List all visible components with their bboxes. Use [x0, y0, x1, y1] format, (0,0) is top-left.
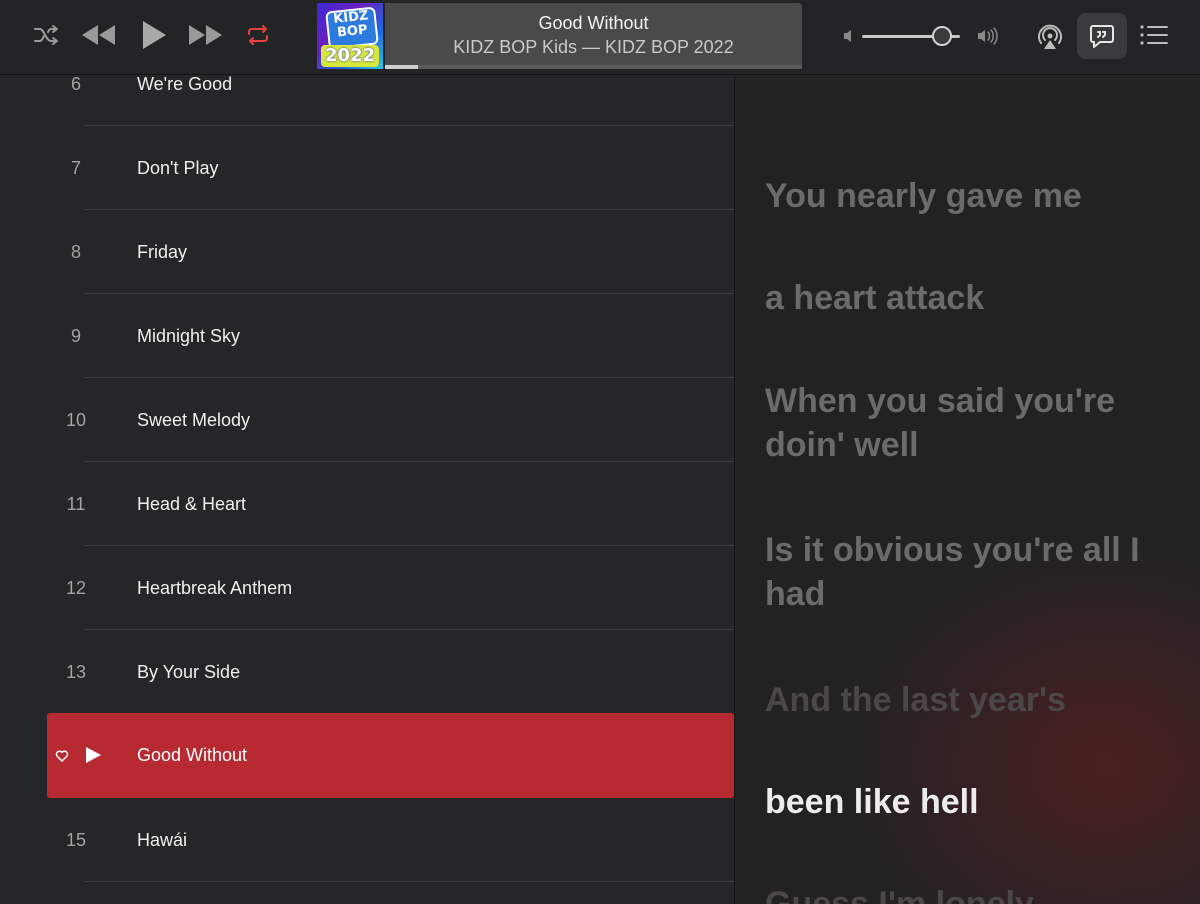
- progress-bar[interactable]: [385, 65, 802, 69]
- track-number: 6: [70, 76, 81, 94]
- volume-control: [842, 22, 1002, 50]
- track-title: Good Without: [137, 745, 248, 765]
- lyrics-icon[interactable]: [1077, 13, 1127, 59]
- table-row-playing[interactable]: Good Without: [47, 713, 734, 798]
- now-playing-subtitle: KIDZ BOP Kids — KIDZ BOP 2022: [453, 37, 734, 57]
- now-playing-info[interactable]: Good Without KIDZ BOP Kids — KIDZ BOP 20…: [385, 3, 802, 69]
- now-playing[interactable]: KIDZ BOP 2022 Good Without KIDZ BOP Kids…: [317, 3, 802, 69]
- row-divider: [84, 629, 734, 630]
- track-title: We're Good: [137, 76, 233, 94]
- track-title: Friday: [137, 242, 188, 262]
- toolbar: KIDZ BOP 2022 Good Without KIDZ BOP Kids…: [0, 0, 1200, 75]
- row-divider: [84, 377, 734, 378]
- previous-icon[interactable]: [78, 21, 118, 49]
- table-row[interactable]: 10 Sweet Melody: [0, 379, 734, 463]
- row-divider: [84, 125, 734, 126]
- track-number: 13: [65, 662, 87, 682]
- lyric-line[interactable]: And the last year's: [765, 678, 1185, 722]
- track-number: 12: [65, 578, 87, 598]
- artwork-badge: KIDZ BOP: [325, 6, 379, 50]
- progress-fill: [385, 65, 419, 69]
- lyrics-pane: You nearly gave me a heart attack When y…: [734, 76, 1200, 904]
- volume-high-icon: [978, 27, 998, 45]
- track-title: Don't Play: [137, 158, 219, 178]
- table-row[interactable]: 13 By Your Side: [0, 631, 734, 715]
- repeat-icon[interactable]: [244, 21, 272, 49]
- volume-slider-knob[interactable]: [932, 26, 953, 46]
- row-divider: [84, 461, 734, 462]
- table-row[interactable]: 11 Head & Heart: [0, 463, 734, 547]
- track-title: Hawái: [137, 830, 188, 850]
- track-list: 6 We're Good 7 Don't Play 8 Friday 9 Mid…: [0, 76, 734, 904]
- airplay-icon[interactable]: [1033, 19, 1067, 53]
- playing-indicator-icon: [86, 747, 101, 763]
- track-number: 15: [65, 830, 87, 850]
- track-title: Head & Heart: [137, 494, 247, 514]
- lyric-line[interactable]: Guess I'm lonely: [765, 882, 1185, 904]
- volume-low-icon: [844, 30, 851, 42]
- table-row[interactable]: 12 Heartbreak Anthem: [0, 547, 734, 631]
- row-divider: [84, 881, 734, 882]
- track-number: 8: [70, 242, 81, 262]
- table-row[interactable]: 15 Hawái: [0, 799, 734, 883]
- album-artwork[interactable]: KIDZ BOP 2022: [317, 3, 383, 69]
- lyric-line[interactable]: When you said you're doin' well: [765, 379, 1185, 467]
- queue-icon[interactable]: [1138, 19, 1170, 51]
- heart-icon[interactable]: [55, 749, 69, 763]
- lyric-line-current[interactable]: been like hell: [765, 780, 1185, 824]
- track-number: 10: [65, 410, 87, 430]
- table-row[interactable]: 9 Midnight Sky: [0, 295, 734, 379]
- next-icon[interactable]: [186, 21, 226, 49]
- table-row[interactable]: 8 Friday: [0, 211, 734, 295]
- table-row[interactable]: 7 Don't Play: [0, 127, 734, 211]
- track-title: Midnight Sky: [137, 326, 241, 346]
- track-title: Heartbreak Anthem: [137, 578, 293, 598]
- track-number: 9: [70, 326, 81, 346]
- play-icon[interactable]: [138, 18, 170, 52]
- row-divider: [84, 293, 734, 294]
- lyric-line[interactable]: You nearly gave me: [765, 174, 1185, 218]
- track-title: Sweet Melody: [137, 410, 251, 430]
- lyric-line[interactable]: a heart attack: [765, 276, 1185, 320]
- table-row[interactable]: 6 We're Good: [0, 76, 734, 127]
- track-number: 7: [70, 158, 81, 178]
- row-divider: [84, 545, 734, 546]
- track-title: By Your Side: [137, 662, 241, 682]
- lyric-line[interactable]: Is it obvious you're all I had: [765, 528, 1185, 616]
- track-number: 11: [66, 494, 86, 514]
- shuffle-icon[interactable]: [32, 21, 60, 49]
- artwork-year: 2022: [321, 45, 379, 67]
- row-divider: [84, 209, 734, 210]
- now-playing-title: Good Without: [538, 13, 649, 33]
